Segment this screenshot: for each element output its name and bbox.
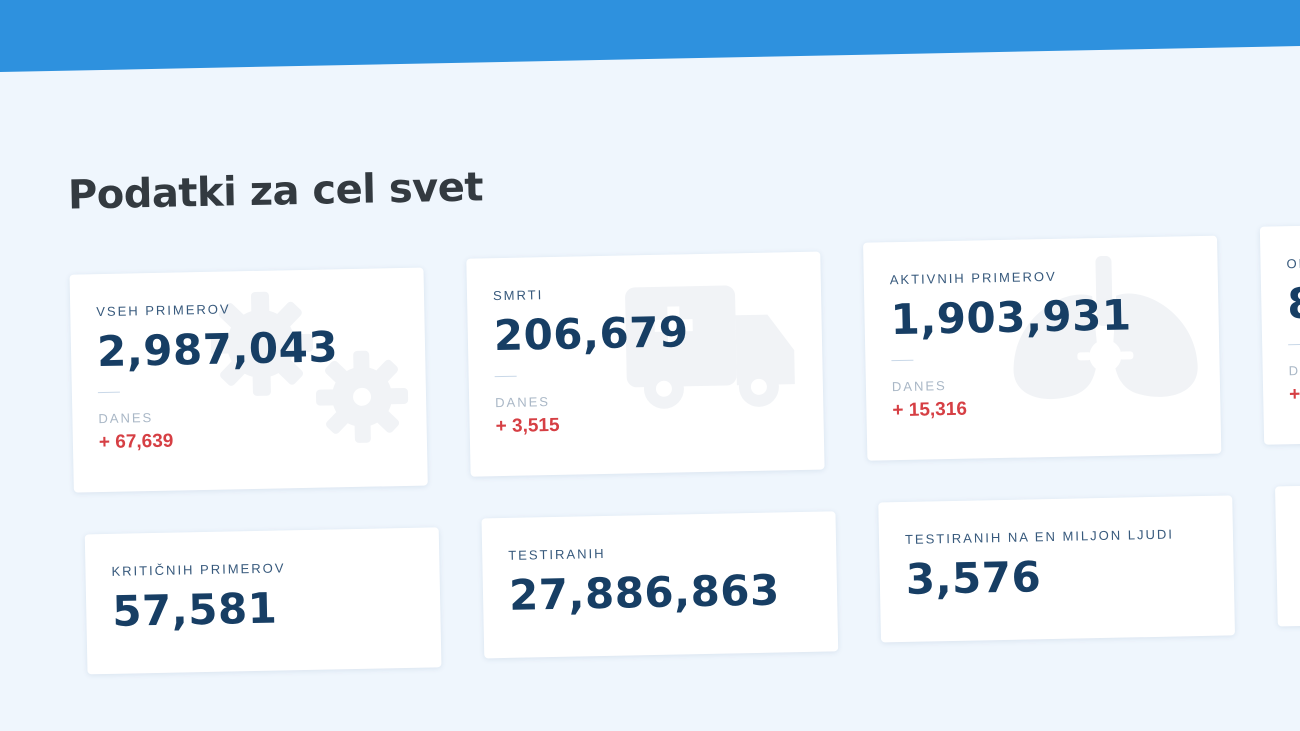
today-label: DA [1288, 362, 1300, 379]
card-label: KRITIČNIH PRIMEROV [111, 560, 286, 579]
stat-card-critical-cases: KRITIČNIH PRIMEROV 57,581 [84, 527, 442, 675]
card-value: 206,679 [493, 307, 690, 361]
card-label: OK [1286, 255, 1300, 272]
card-value: 3,576 [905, 552, 1042, 604]
card-value: 1,903,931 [890, 290, 1133, 345]
card-value: 2,987,043 [96, 322, 339, 377]
page-title: Podatki za cel svet [67, 164, 484, 219]
stat-card-tested: TESTIRANIH 27,886,863 [481, 511, 839, 659]
stat-card-deaths: SMRTI 206,679 DANES + 3,515 [466, 251, 825, 477]
card-value: 27,886,863 [508, 565, 781, 620]
stat-card-tested-per-million: TESTIRANIH NA EN MILJON LJUDI 3,576 [878, 495, 1235, 643]
card-label: TESTIRANIH [508, 545, 606, 563]
card-value: 8 [1286, 278, 1300, 329]
card-value: 57,581 [111, 583, 278, 636]
divider [494, 375, 517, 378]
card-label: TESTIRANIH NA EN MILJON LJUDI [904, 526, 1175, 547]
today-value: + [1288, 383, 1300, 406]
stat-card-total-cases: VSEH PRIMEROV 2,987,043 DANES + 67,639 [69, 267, 428, 493]
stats-section: Podatki za cel svet VSEH PRIMEROV 2,987,… [0, 0, 1300, 731]
today-value: + 3,515 [495, 414, 560, 438]
today-value: + 15,316 [892, 398, 968, 422]
divider [1288, 343, 1300, 346]
divider [891, 359, 914, 362]
stat-card-partial: OK 8 DA + [1259, 219, 1300, 445]
stat-card-partial-2: P 2 [1275, 479, 1300, 627]
stat-card-active-cases: AKTIVNIH PRIMEROV 1,903,931 DANES + 15,3… [863, 235, 1222, 461]
divider [97, 391, 120, 394]
